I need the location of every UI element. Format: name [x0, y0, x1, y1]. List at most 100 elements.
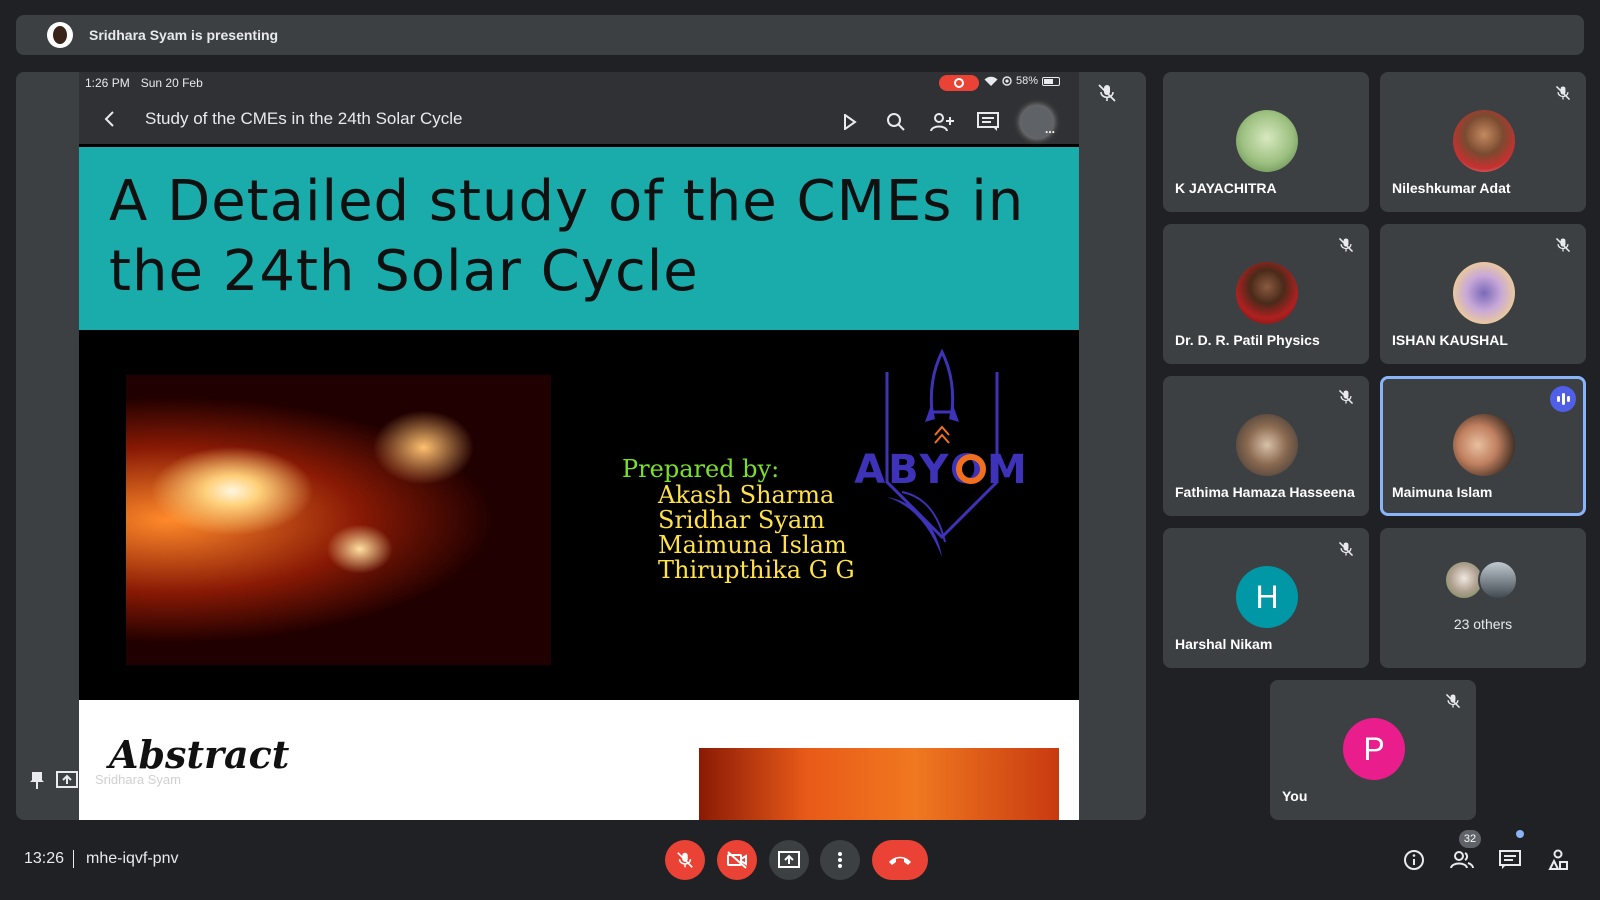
participant-name: Nileshkumar Adat	[1392, 180, 1511, 196]
recording-icon	[939, 75, 979, 91]
participant-tile[interactable]: Dr. D. R. Patil Physics	[1163, 224, 1369, 364]
mic-toggle-button[interactable]	[665, 840, 705, 880]
tablet-time: 1:26 PM	[85, 76, 130, 90]
tablet-date: Sun 20 Feb	[140, 76, 203, 90]
participant-avatar	[1236, 110, 1298, 172]
mic-off-icon	[1098, 84, 1116, 102]
abyom-logo: ABYOM	[854, 348, 1030, 557]
self-tile[interactable]: P You	[1270, 680, 1476, 820]
participant-initial-avatar: H	[1236, 566, 1298, 628]
participant-name: K JAYACHITRA	[1175, 180, 1277, 196]
info-icon	[1404, 850, 1424, 870]
participant-name: Fathima Hamaza Hasseena	[1175, 484, 1355, 500]
participant-avatar	[1453, 414, 1515, 476]
others-avatars	[1444, 560, 1524, 602]
doc-toolbar: Study of the CMEs in the 24th Solar Cycl…	[79, 94, 1079, 144]
present-now-button[interactable]	[769, 840, 809, 880]
others-tile[interactable]: 23 others	[1380, 528, 1586, 668]
activities-icon	[1548, 849, 1568, 870]
prepared-by-label: Prepared by:	[622, 455, 780, 483]
meeting-clock: 13:26	[24, 850, 65, 867]
slide-body: Prepared by: Akash Sharma Sridhar Syam M…	[79, 330, 1079, 700]
participant-tile[interactable]: Fathima Hamaza Hasseena	[1163, 376, 1369, 516]
battery-icon	[1042, 76, 1061, 86]
account-avatar[interactable]	[1021, 106, 1055, 138]
participant-name: Harshal Nikam	[1175, 636, 1273, 652]
participant-count-badge: 32	[1459, 830, 1481, 848]
system-tray: 58%	[984, 75, 1061, 87]
slide-abstract: Abstract	[79, 700, 1079, 820]
participant-avatar	[1236, 414, 1298, 476]
back-button[interactable]	[99, 109, 119, 129]
presenter-name: Sridhara Syam	[95, 772, 181, 787]
participant-name: ISHAN KAUSHAL	[1392, 332, 1508, 348]
presenting-text: Sridhara Syam is presenting	[89, 27, 279, 43]
people-icon	[1450, 851, 1474, 869]
camera-toggle-button[interactable]	[717, 840, 757, 880]
participant-tile[interactable]: K JAYACHITRA	[1163, 72, 1369, 212]
presenting-banner: Sridhara Syam is presenting	[16, 15, 1584, 55]
presentation-icon[interactable]	[56, 770, 78, 790]
participant-avatar	[1453, 110, 1515, 172]
others-count: 23 others	[1453, 616, 1513, 632]
speaking-indicator-icon	[1550, 386, 1576, 412]
more-options-button[interactable]	[820, 840, 860, 880]
wifi-icon	[984, 76, 998, 86]
participant-avatar	[1453, 262, 1515, 324]
sun-image	[126, 375, 551, 665]
pin-icon[interactable]	[28, 770, 46, 790]
prepared-by-block: Prepared by: Akash Sharma Sridhar Syam M…	[622, 455, 855, 583]
abstract-heading: Abstract	[109, 732, 290, 777]
camera-off-icon	[727, 851, 747, 869]
add-person-icon	[930, 113, 954, 132]
presentation-stage: 1:26 PM Sun 20 Feb 58% Study of the CMEs…	[16, 72, 1146, 820]
hang-up-icon	[889, 856, 911, 865]
participant-tile[interactable]: H Harshal Nikam	[1163, 528, 1369, 668]
play-icon	[844, 114, 857, 130]
bottom-bar: 13:26 mhe-iqvf-pnv 32	[0, 830, 1600, 900]
mic-off-icon	[1338, 541, 1354, 557]
slide-title: A Detailed study of the CMEs in the 24th…	[109, 169, 1025, 304]
participant-tile[interactable]: ISHAN KAUSHAL	[1380, 224, 1586, 364]
meeting-details-button[interactable]	[1398, 844, 1430, 876]
logo-text: ABYOM	[854, 447, 1030, 493]
mic-off-icon	[1555, 85, 1571, 101]
participant-name: Maimuna Islam	[1392, 484, 1493, 500]
shared-screen: 1:26 PM Sun 20 Feb 58% Study of the CMEs…	[79, 72, 1079, 820]
battery-percent: 58%	[1016, 75, 1039, 87]
participant-tile-active[interactable]: Maimuna Islam	[1380, 376, 1586, 516]
tablet-status-bar: 1:26 PM Sun 20 Feb 58%	[79, 72, 1079, 94]
participant-avatar	[1478, 560, 1518, 600]
slide-header: A Detailed study of the CMEs in the 24th…	[79, 147, 1079, 330]
doc-title: Study of the CMEs in the 24th Solar Cycl…	[145, 109, 463, 128]
present-icon	[778, 851, 800, 868]
mic-off-icon	[1445, 693, 1461, 709]
mic-off-icon	[1338, 389, 1354, 405]
activities-button[interactable]	[1542, 844, 1574, 876]
chat-notification-dot	[1516, 830, 1524, 838]
search-button[interactable]	[883, 109, 909, 135]
people-button[interactable]	[1446, 844, 1478, 876]
doc-tools	[837, 106, 1055, 138]
meeting-code: mhe-iqvf-pnv	[86, 850, 179, 867]
self-initial-avatar: P	[1343, 718, 1405, 780]
participant-name: Dr. D. R. Patil Physics	[1175, 332, 1320, 348]
author-name: Akash Sharma	[658, 481, 835, 509]
participant-tile[interactable]: Nileshkumar Adat	[1380, 72, 1586, 212]
author-name: Thirupthika G G	[658, 556, 855, 584]
search-icon	[887, 113, 905, 131]
author-name: Sridhar Syam	[658, 506, 825, 534]
author-name: Maimuna Islam	[658, 531, 847, 559]
location-icon	[1002, 76, 1012, 86]
comments-button[interactable]	[975, 109, 1001, 135]
participant-avatar	[1236, 262, 1298, 324]
chat-button[interactable]	[1494, 844, 1526, 876]
participant-name: You	[1282, 788, 1308, 804]
presenter-avatar	[47, 22, 73, 48]
comment-icon	[977, 112, 999, 131]
leave-call-button[interactable]	[872, 840, 928, 880]
chevron-left-icon	[104, 111, 114, 127]
mic-off-icon	[677, 852, 693, 868]
add-person-button[interactable]	[929, 109, 955, 135]
play-button[interactable]	[837, 109, 863, 135]
